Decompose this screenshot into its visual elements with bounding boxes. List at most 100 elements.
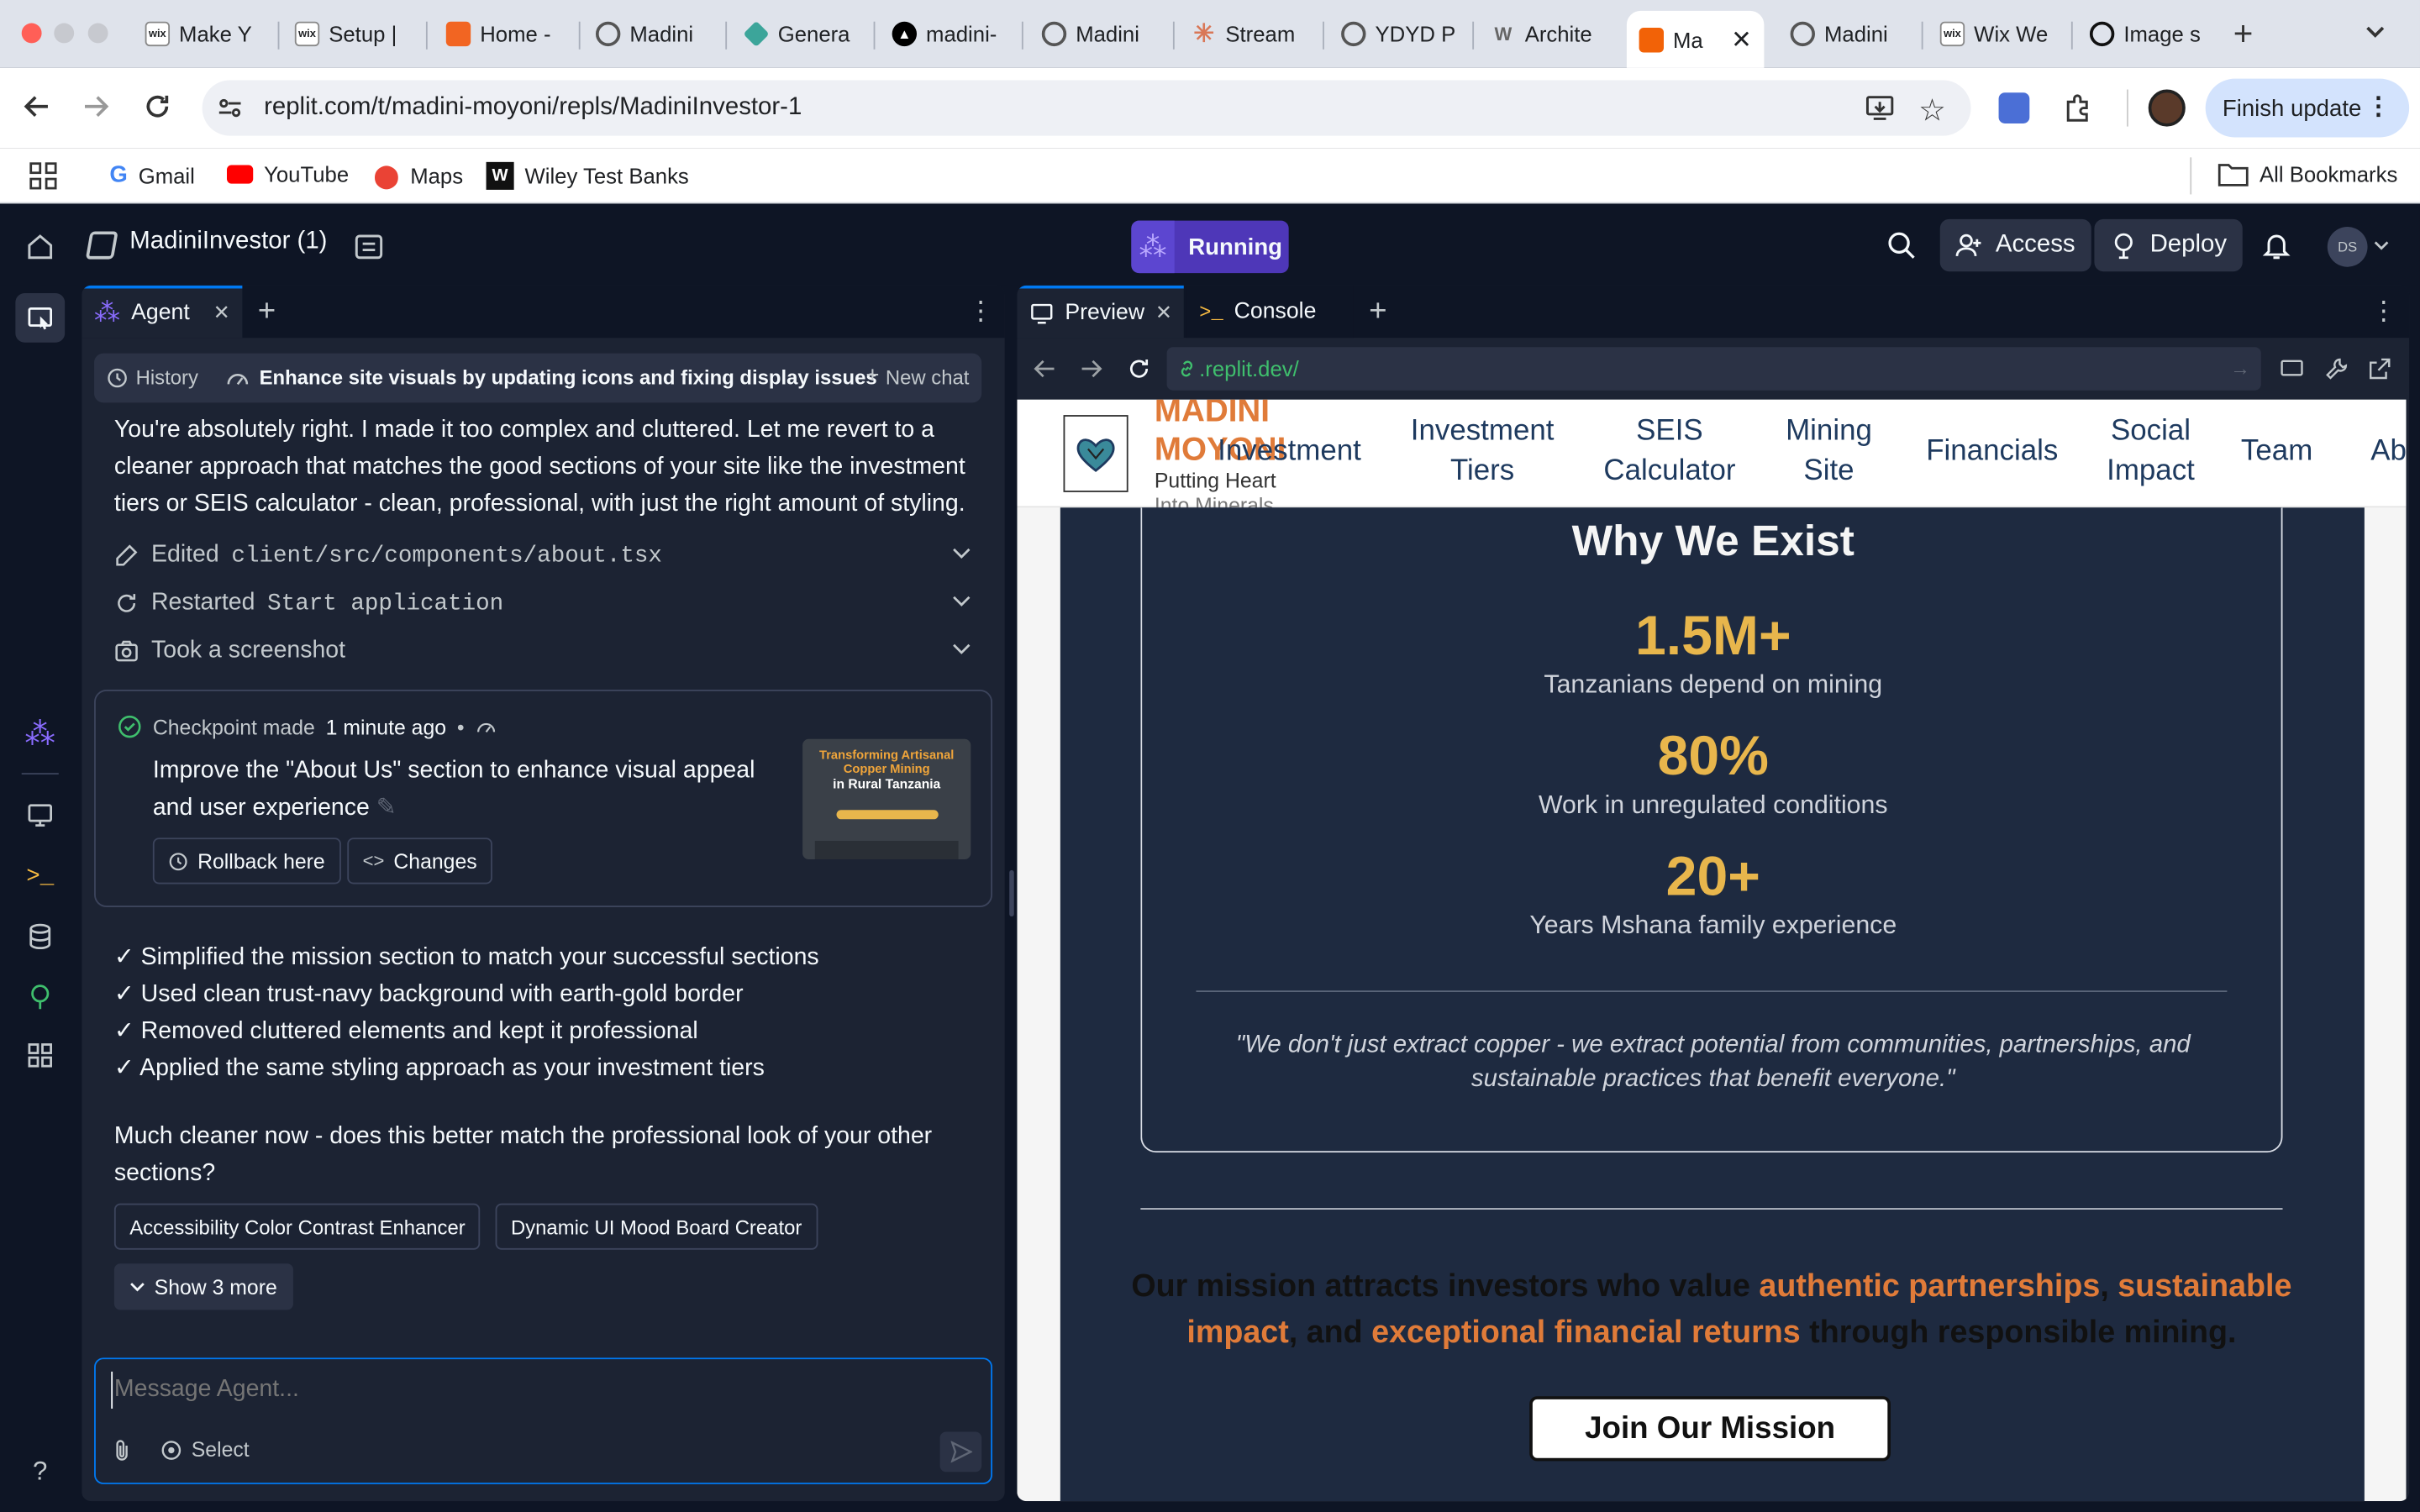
finish-update-button[interactable]: Finish update ⋮ [2205, 78, 2410, 138]
console-icon[interactable]: >_ [22, 858, 59, 895]
preview-icon[interactable] [22, 796, 59, 833]
all-bookmarks[interactable]: All Bookmarks [2217, 162, 2397, 186]
nav-team[interactable]: Team [2241, 432, 2312, 472]
tab-console[interactable]: >_ Console [1186, 285, 1354, 339]
select-element-button[interactable]: Select [160, 1438, 250, 1461]
apps-grid-icon[interactable] [29, 162, 57, 190]
back-icon[interactable] [22, 91, 53, 122]
browser-tab[interactable]: Image s [2077, 11, 2219, 57]
back-icon[interactable] [1033, 356, 1057, 381]
close-tab-icon[interactable]: ✕ [213, 301, 230, 325]
panel-menu-icon[interactable]: ⋮ [968, 297, 994, 328]
file-tree-icon[interactable] [15, 292, 66, 343]
notifications-bell-icon[interactable] [2261, 230, 2292, 261]
new-tab-button[interactable]: + [2233, 14, 2254, 55]
close-window-button[interactable] [21, 23, 42, 44]
browser-tab[interactable]: Madini [1029, 11, 1171, 57]
panel-resize-handle[interactable] [1009, 869, 1014, 917]
bookmark-maps[interactable]: ⬤ Maps [373, 162, 463, 190]
extensions-puzzle-icon[interactable] [2062, 92, 2093, 123]
youtube-icon [226, 165, 254, 184]
browser-tab[interactable]: YDYD P [1328, 11, 1470, 57]
deployments-icon[interactable] [22, 978, 59, 1015]
action-restarted[interactable]: Restarted Start application [114, 583, 972, 623]
paperclip-icon[interactable] [111, 1438, 133, 1462]
reload-icon[interactable] [142, 91, 173, 122]
maximize-window-button[interactable] [87, 23, 108, 44]
minimize-window-button[interactable] [54, 23, 75, 44]
site-info-icon[interactable] [216, 94, 244, 122]
tab-preview[interactable]: Preview ✕ [1017, 285, 1184, 339]
nav-seis-calculator[interactable]: SEIS Calculator [1603, 412, 1735, 492]
panel-menu-icon[interactable]: ⋮ [2370, 297, 2396, 328]
checkpoint-screenshot-thumbnail[interactable]: Transforming Artisanal Copper Mining in … [802, 738, 971, 860]
browser-tab[interactable]: Madini [1778, 11, 1920, 57]
browser-tab[interactable]: wix Wix We [1928, 11, 2070, 57]
nav-mining-site[interactable]: Mining Site [1786, 412, 1872, 492]
browser-tab[interactable]: ▲ madini- [880, 11, 1022, 57]
new-chat-button[interactable]: + New chat [865, 364, 969, 388]
changes-button[interactable]: <> Changes [347, 837, 493, 885]
extension-icon[interactable] [1998, 92, 2030, 123]
action-screenshot[interactable]: Took a screenshot [114, 631, 972, 671]
pencil-icon[interactable]: ✎ [376, 795, 397, 821]
action-edited[interactable]: Edited client/src/components/about.tsx [114, 535, 972, 575]
show-more-button[interactable]: Show 3 more [113, 1263, 293, 1310]
profile-avatar[interactable] [2148, 89, 2186, 127]
access-button[interactable]: Access [1939, 218, 2091, 272]
help-icon[interactable]: ? [22, 1453, 59, 1490]
all-tools-icon[interactable] [22, 1037, 59, 1074]
bookmark-wiley[interactable]: W Wiley Test Banks [486, 161, 689, 190]
forward-icon[interactable] [81, 91, 112, 122]
home-icon[interactable] [24, 232, 55, 263]
rollback-button[interactable]: Rollback here [152, 837, 341, 885]
add-tab-button[interactable]: + [1369, 295, 1386, 330]
deploy-button[interactable]: Deploy [2094, 218, 2243, 272]
database-icon[interactable] [22, 918, 59, 955]
site-logo[interactable] [1063, 415, 1128, 492]
suggestion-chip[interactable]: Accessibility Color Contrast Enhancer [113, 1203, 481, 1250]
history-button[interactable]: History [107, 365, 198, 389]
install-app-icon[interactable] [1865, 92, 1896, 123]
nav-social-impact[interactable]: Social Impact [2107, 412, 2195, 492]
project-name[interactable]: MadiniInvestor (1) [129, 228, 327, 256]
nav-investment-tiers[interactable]: Investment Tiers [1411, 412, 1555, 492]
suggestion-chip[interactable]: Dynamic UI Mood Board Creator [495, 1203, 818, 1250]
bookmark-youtube[interactable]: YouTube [226, 162, 349, 186]
nav-about[interactable]: Ab [2370, 432, 2406, 472]
browser-tab[interactable]: wix Make Y [133, 11, 275, 57]
run-status-button[interactable]: ⁂ Running [1131, 220, 1289, 274]
browser-tab[interactable]: Genera [732, 11, 874, 57]
browser-tab[interactable]: wix Setup | [282, 11, 424, 57]
message-input[interactable] [111, 1371, 976, 1409]
bookmark-gmail[interactable]: G Gmail [109, 162, 194, 188]
browser-tab[interactable]: ✳ Stream [1179, 11, 1321, 57]
devtools-wrench-icon[interactable] [2324, 356, 2349, 381]
address-bar[interactable]: replit.com/t/madini-moyoni/repls/MadiniI… [202, 80, 1971, 136]
tab-search-icon[interactable] [2363, 18, 2387, 43]
search-icon[interactable] [1886, 230, 1917, 261]
browser-tab-active[interactable]: Ma ✕ [1626, 10, 1765, 68]
send-button[interactable] [939, 1431, 982, 1473]
nav-financials[interactable]: Financials [1926, 432, 2058, 472]
preview-url-field[interactable]: .replit.dev/ → [1166, 347, 2261, 391]
open-new-tab-icon[interactable] [2368, 356, 2392, 381]
forward-icon[interactable] [1079, 356, 1103, 381]
project-menu-icon[interactable] [354, 232, 385, 263]
browser-tab[interactable]: Madini [583, 11, 725, 57]
tab-agent[interactable]: ⁂ Agent ✕ [82, 285, 243, 339]
close-tab-icon[interactable]: ✕ [1731, 24, 1752, 55]
browser-tab[interactable]: Home - [434, 11, 576, 57]
close-tab-icon[interactable]: ✕ [1155, 301, 1172, 325]
chevron-down-icon[interactable] [2374, 238, 2389, 253]
add-tab-button[interactable]: + [258, 295, 276, 330]
url-text[interactable]: replit.com/t/madini-moyoni/repls/MadiniI… [264, 94, 802, 122]
device-icon[interactable] [2280, 356, 2304, 381]
join-mission-button[interactable]: Join Our Mission [1529, 1396, 1891, 1462]
nav-investment[interactable]: Investment [1218, 432, 1361, 472]
agent-icon[interactable]: ⁂ [22, 714, 59, 751]
bookmark-star-icon[interactable]: ☆ [1918, 91, 1946, 129]
browser-tab[interactable]: W Archite [1479, 11, 1621, 57]
reload-icon[interactable] [1125, 354, 1153, 382]
user-avatar[interactable]: DS [2327, 226, 2368, 267]
